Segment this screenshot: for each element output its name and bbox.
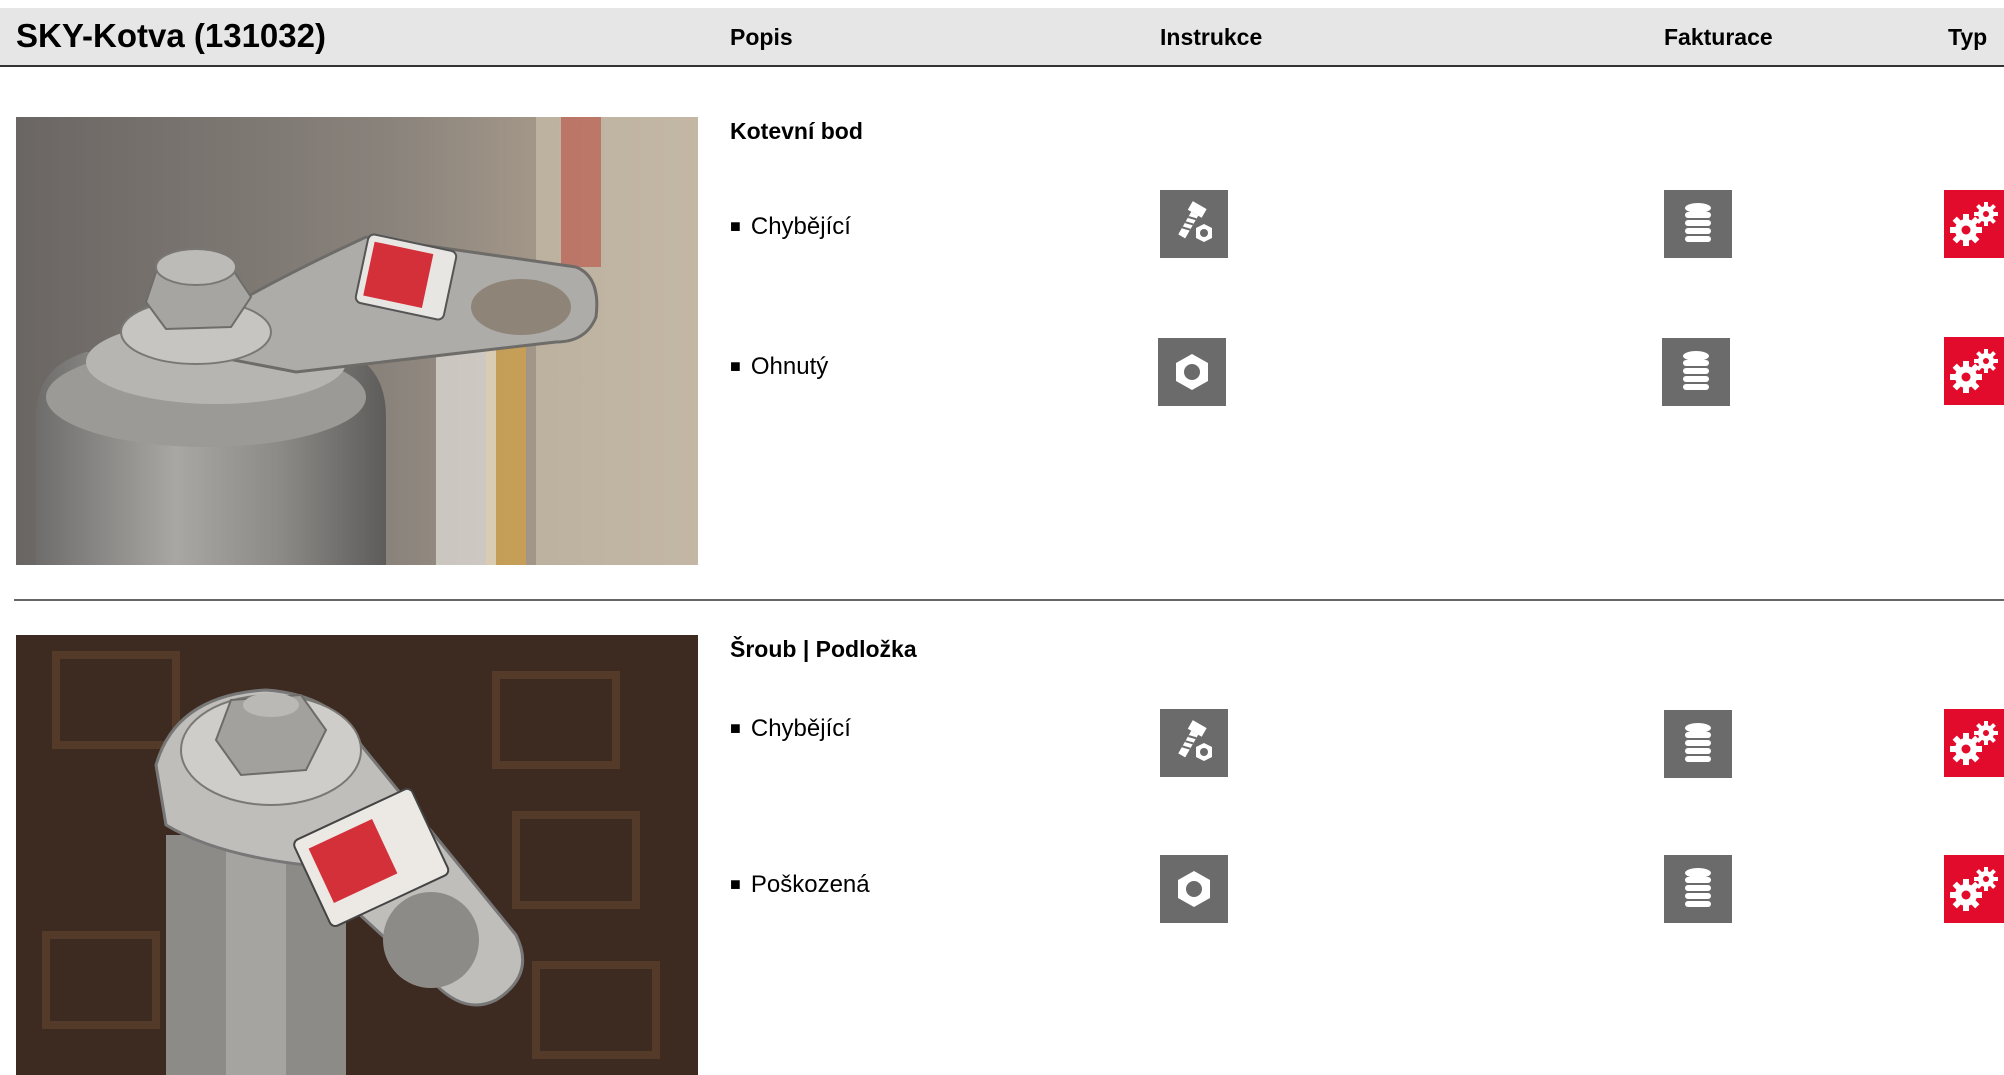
gears-icon xyxy=(1944,190,2004,258)
nut-icon xyxy=(1158,338,1226,406)
item-label-bent: ■ Ohnutý xyxy=(730,353,828,381)
bolt-nut-icon xyxy=(1160,190,1228,258)
nut-icon xyxy=(1160,855,1228,923)
bolt-washer-photo xyxy=(16,635,698,1075)
column-header-fakturace: Fakturace xyxy=(1664,24,1773,50)
anchor-point-photo xyxy=(16,117,698,565)
bullet: ■ xyxy=(730,356,741,376)
section-divider xyxy=(14,599,2004,601)
gears-icon xyxy=(1944,337,2004,405)
item-label-missing: ■ Chybějící xyxy=(730,213,851,241)
column-header-popis: Popis xyxy=(730,24,793,50)
bullet: ■ xyxy=(730,216,741,236)
section-title-anchor-point: Kotevní bod xyxy=(730,118,863,144)
bolt-nut-icon xyxy=(1160,709,1228,777)
gears-icon xyxy=(1944,855,2004,923)
item-text: Chybějící xyxy=(750,715,851,742)
section-title-bolt-washer: Šroub | Podložka xyxy=(730,636,917,662)
coin-stack-icon xyxy=(1664,855,1732,923)
coin-stack-icon xyxy=(1662,338,1730,406)
bullet: ■ xyxy=(730,718,741,738)
page-title: SKY-Kotva (131032) xyxy=(16,17,326,54)
column-header-instrukce: Instrukce xyxy=(1160,24,1263,50)
bullet: ■ xyxy=(730,874,741,894)
item-text: Poškozená xyxy=(750,871,870,898)
coin-stack-icon xyxy=(1664,710,1732,778)
item-label-missing: ■ Chybějící xyxy=(730,715,851,743)
table-header: SKY-Kotva (131032) Popis Instrukce Faktu… xyxy=(0,8,2004,67)
item-label-damaged: ■ Poškozená xyxy=(730,871,870,899)
gears-icon xyxy=(1944,709,2004,777)
column-header-typ: Typ xyxy=(1948,24,1988,50)
item-text: Ohnutý xyxy=(750,353,829,380)
item-text: Chybějící xyxy=(750,213,851,240)
coin-stack-icon xyxy=(1664,190,1732,258)
